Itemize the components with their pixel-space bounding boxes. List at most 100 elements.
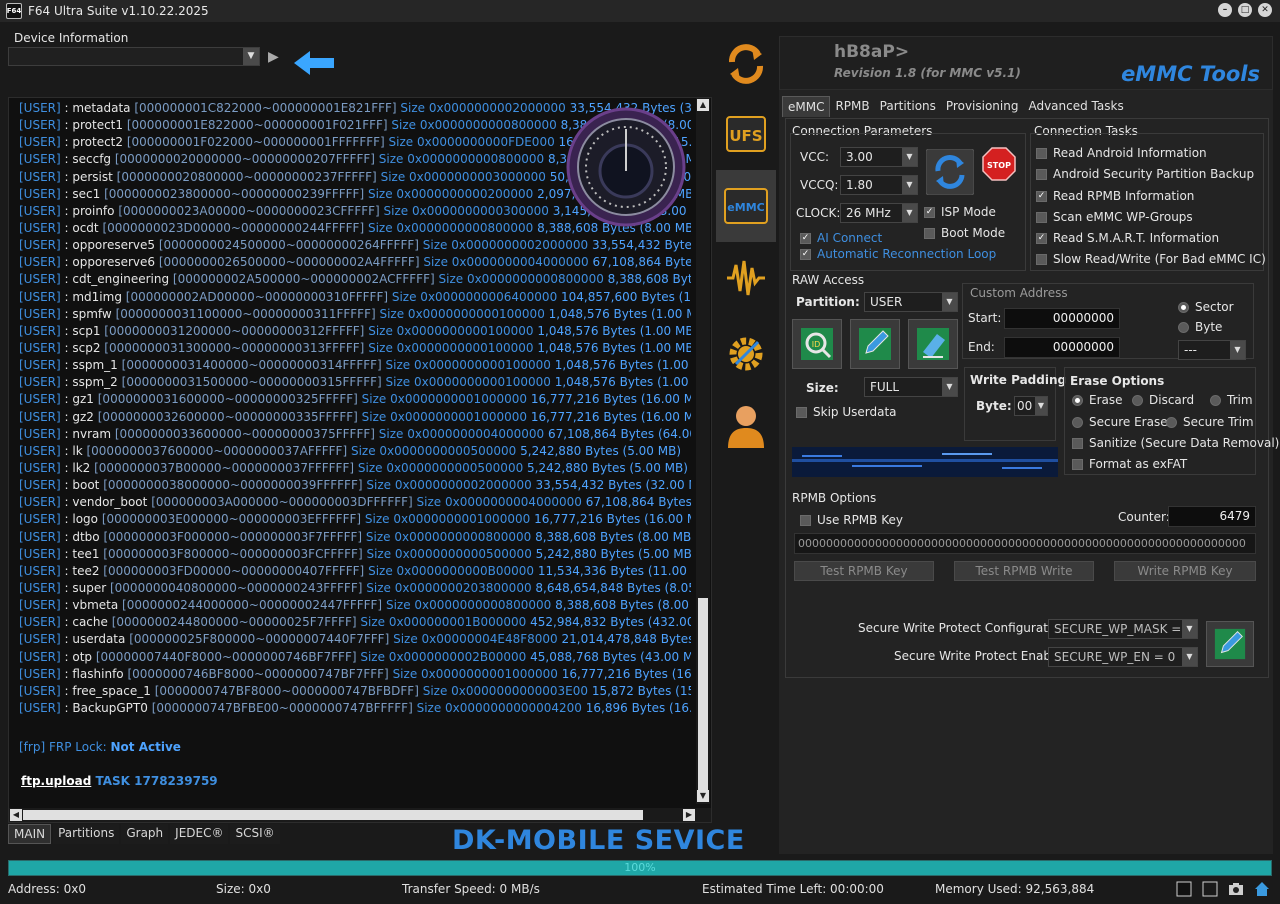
tab-provisioning[interactable]: Provisioning [941, 96, 1024, 117]
task-read-android-info[interactable]: Read Android Information [1036, 146, 1207, 160]
sector-radio[interactable]: Sector [1178, 300, 1234, 314]
window-title: F64 Ultra Suite v1.10.22.2025 [28, 4, 209, 18]
byte-radio[interactable]: Byte [1178, 320, 1222, 334]
trim-radio[interactable]: Trim [1210, 393, 1253, 407]
write-rpmb-key-button[interactable]: Write RPMB Key [1114, 561, 1256, 581]
square-filled-icon[interactable] [1176, 881, 1192, 897]
start-address-field[interactable]: 00000000 [1004, 308, 1120, 329]
vertical-scrollbar[interactable]: ▲ ▼ [696, 98, 710, 804]
sidebar-refresh[interactable] [716, 36, 776, 92]
ftp-upload-link[interactable]: ftp.upload [21, 774, 91, 788]
tab-partitions[interactable]: Partitions [53, 824, 120, 844]
sidebar-settings[interactable] [716, 318, 776, 390]
tab-main[interactable]: MAIN [8, 824, 52, 844]
tab-scsi[interactable]: SCSI® [230, 824, 280, 844]
partition-select[interactable]: USER ▼ [864, 292, 958, 312]
horizontal-scroll-thumb[interactable] [23, 810, 643, 820]
partition-size: Size 0x0000000000800000 [378, 152, 545, 167]
log-tag: [USER] [19, 478, 61, 493]
tab-graph[interactable]: Graph [121, 824, 169, 844]
task-scan-wp-groups[interactable]: Scan eMMC WP-Groups [1036, 210, 1193, 224]
tab-jedec[interactable]: JEDEC® [170, 824, 229, 844]
skip-userdata-checkbox[interactable]: Skip Userdata [796, 405, 897, 419]
scroll-up-icon[interactable]: ▲ [697, 99, 709, 111]
auto-reconnect-checkbox[interactable]: ✓ Automatic Reconnection Loop [800, 247, 996, 261]
header-band: hB8aP> Revision 1.8 (for MMC v5.1) eMMC … [779, 36, 1273, 90]
size-select[interactable]: FULL ▼ [864, 377, 958, 397]
log-tag: [USER] [19, 358, 61, 373]
sidebar-emmc[interactable]: eMMC [716, 170, 776, 242]
read-id-button[interactable]: ID [792, 319, 842, 369]
use-rpmb-key-checkbox[interactable]: Use RPMB Key [800, 513, 903, 527]
erase-button[interactable] [908, 319, 958, 369]
boot-mode-checkbox[interactable]: Boot Mode [924, 226, 1005, 240]
stop-icon[interactable]: STOP [982, 147, 1016, 181]
home-icon[interactable] [1254, 881, 1270, 897]
task-android-security-backup[interactable]: Android Security Partition Backup [1036, 167, 1254, 181]
tab-partitions-tool[interactable]: Partitions [875, 96, 941, 117]
scroll-left-icon[interactable]: ◀ [10, 809, 22, 821]
partition-range: [000000003F000000~000000003F7FFFFF] [103, 529, 363, 544]
log-line: [USER] : md1img [000000002AD00000~000000… [19, 289, 691, 306]
log-tag: [USER] [19, 426, 61, 441]
sidebar-signal-tool[interactable] [716, 242, 776, 314]
task-slow-read-write[interactable]: Slow Read/Write (For Bad eMMC IC) [1036, 252, 1266, 266]
square-outline-icon[interactable] [1202, 881, 1218, 897]
chevron-down-icon: ▼ [1230, 341, 1245, 359]
tab-advanced-tasks[interactable]: Advanced Tasks [1023, 96, 1128, 117]
partition-size: Size 0x0000000000800000 [438, 272, 604, 287]
horizontal-scrollbar[interactable]: ◀ ▶ [9, 808, 711, 822]
vcc-select[interactable]: 3.00 ▼ [840, 147, 918, 167]
device-select[interactable]: ▼ [8, 47, 260, 66]
padding-byte-select[interactable]: 00 ▼ [1014, 396, 1048, 416]
tab-rpmb[interactable]: RPMB [830, 96, 874, 117]
camera-icon[interactable] [1228, 881, 1244, 897]
partition-size: Size 0x0000000000300000 [383, 203, 549, 218]
isp-mode-checkbox[interactable]: ✓ ISP Mode [924, 205, 996, 219]
wp-write-button[interactable] [1206, 621, 1254, 667]
play-icon[interactable]: ▶ [268, 48, 286, 66]
task-read-rpmb-info[interactable]: ✓ Read RPMB Information [1036, 189, 1194, 203]
discard-radio[interactable]: Discard [1132, 393, 1194, 407]
task-read-smart-info[interactable]: ✓ Read S.M.A.R.T. Information [1036, 231, 1219, 245]
status-memory: Memory Used: 92,563,884 [935, 882, 1095, 896]
close-button[interactable]: ✕ [1258, 3, 1272, 17]
vertical-scroll-thumb[interactable] [698, 598, 708, 790]
partition-bytes: 104,857,600 Bytes (100.00 MB) [561, 289, 691, 304]
tab-emmc[interactable]: eMMC [782, 96, 831, 117]
end-address-field[interactable]: 00000000 [1004, 337, 1120, 358]
clock-select[interactable]: 26 MHz ▼ [840, 203, 918, 223]
minimize-button[interactable]: – [1218, 3, 1232, 17]
ai-connect-checkbox[interactable]: ✓ AI Connect [800, 231, 882, 245]
scroll-right-icon[interactable]: ▶ [683, 809, 695, 821]
secure-erase-radio[interactable]: Secure Erase [1072, 415, 1168, 429]
partition-name: sspm_1 [72, 358, 118, 373]
write-button[interactable] [850, 319, 900, 369]
scroll-down-icon[interactable]: ▼ [697, 790, 709, 802]
erase-radio[interactable]: Erase [1072, 393, 1123, 407]
partition-bytes: 1,048,576 Bytes (1.00 MB) [548, 306, 691, 321]
log-tag: [USER] [19, 289, 61, 304]
progress-text: 100% [624, 861, 656, 874]
partition-size: Size 0x0000000001000000 [361, 409, 527, 424]
sanitize-checkbox[interactable]: Sanitize (Secure Data Removal) [1072, 436, 1279, 450]
wp-enable-select[interactable]: SECURE_WP_EN = 0 ▼ [1048, 647, 1198, 667]
vccq-select[interactable]: 1.80 ▼ [840, 175, 918, 195]
partition-range: [0000000033600000~00000000375FFFFF] [114, 426, 375, 441]
status-address: Address: 0x0 [8, 882, 87, 896]
maximize-button[interactable]: □ [1238, 3, 1252, 17]
rpmb-key-field[interactable]: 0000000000000000000000000000000000000000… [794, 533, 1256, 554]
sidebar-ufs[interactable]: UFS [716, 98, 776, 170]
partition-range: [0000000244800000~00000025F7FFFF] [111, 615, 357, 630]
counter-field[interactable]: 6479 [1168, 506, 1256, 527]
sidebar-user[interactable] [716, 390, 776, 462]
secure-trim-radio[interactable]: Secure Trim [1166, 415, 1254, 429]
connect-refresh-icon[interactable] [926, 149, 974, 195]
test-rpmb-write-button[interactable]: Test RPMB Write [954, 561, 1094, 581]
test-rpmb-key-button[interactable]: Test RPMB Key [794, 561, 934, 581]
format-exfat-checkbox[interactable]: Format as exFAT [1072, 457, 1187, 471]
wp-config-select[interactable]: SECURE_WP_MASK = 0 ▼ [1048, 619, 1198, 639]
partition-name: scp2 [72, 340, 101, 355]
partition-name: BackupGPT0 [72, 700, 148, 715]
unit-select[interactable]: --- ▼ [1178, 340, 1246, 360]
